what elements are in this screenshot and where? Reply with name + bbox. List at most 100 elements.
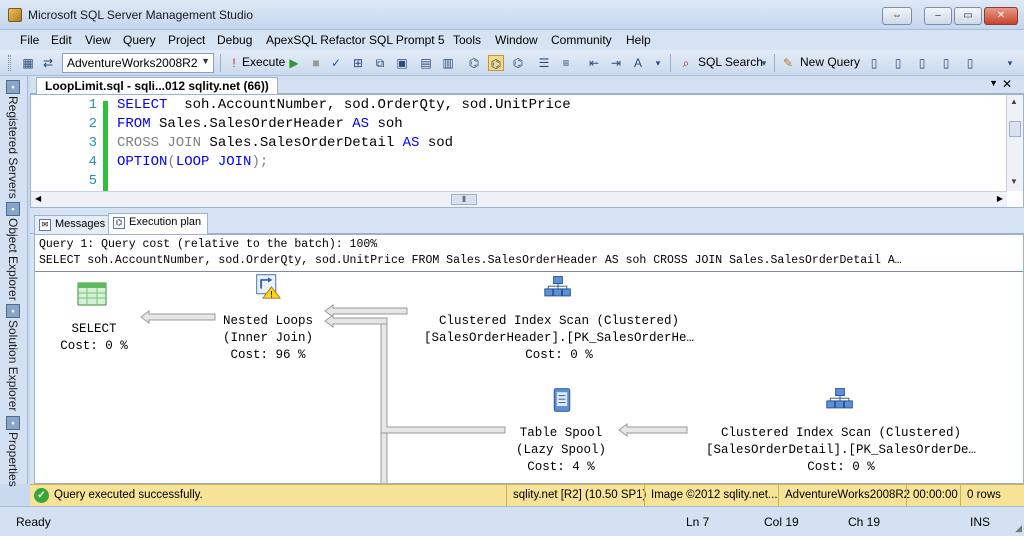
database-selector[interactable]: AdventureWorks2008R2 ▼ xyxy=(62,53,214,73)
chevron-down-icon[interactable]: ▼ xyxy=(989,78,998,88)
code-token: Sales.SalesOrderDetail xyxy=(201,135,403,151)
select-operator-icon[interactable] xyxy=(77,281,107,307)
new-file-icon[interactable]: ▯ xyxy=(866,55,882,71)
menu-apexsql-refactor[interactable]: ApexSQL Refactor xyxy=(266,33,366,47)
menu-community[interactable]: Community xyxy=(551,33,612,47)
clustered-index-scan-detail-icon[interactable] xyxy=(825,387,855,413)
toolbar-grip[interactable] xyxy=(8,55,11,71)
results-to-grid-icon[interactable]: ▥ xyxy=(440,55,456,71)
code-token: AS xyxy=(402,135,420,151)
new-query-icon[interactable]: ✎ xyxy=(780,55,796,71)
toolbar-overflow-icon[interactable]: ▾ xyxy=(1002,55,1018,71)
new-query-button[interactable]: New Query xyxy=(800,55,860,69)
sql-search-button[interactable]: SQL Search xyxy=(698,55,763,69)
scroll-up-icon[interactable]: ▲ xyxy=(1010,97,1018,106)
menu-sql-prompt[interactable]: SQL Prompt 5 xyxy=(369,33,445,47)
maximize-button[interactable]: ▭ xyxy=(954,7,982,25)
menu-help[interactable]: Help xyxy=(626,33,651,47)
xmla-query-icon[interactable]: ▯ xyxy=(938,55,954,71)
close-button[interactable]: ✕ xyxy=(984,7,1018,25)
execute-button[interactable]: Execute xyxy=(242,55,285,69)
status-image: Image ©2012 sqlity.net... xyxy=(644,485,778,506)
success-check-icon: ✓ xyxy=(34,488,49,503)
sql-editor-toolbar: ▦ ⇄ AdventureWorks2008R2 ▼ ! Execute ▶ ■… xyxy=(0,50,1024,76)
menu-project[interactable]: Project xyxy=(168,33,205,47)
solution-explorer-icon: ▪ xyxy=(6,304,20,318)
editor-horizontal-scrollbar[interactable]: ◀ ⦀ ▶ xyxy=(31,191,1007,207)
comment-lines-icon[interactable]: ☰ xyxy=(536,55,552,71)
client-stats-icon[interactable]: ⌬ xyxy=(510,55,526,71)
decrease-indent-icon[interactable]: ⇤ xyxy=(586,55,602,71)
cancel-query-icon[interactable]: ■ xyxy=(308,55,324,71)
code-line[interactable]: SELECT soh.AccountNumber, sod.OrderQty, … xyxy=(117,97,571,113)
include-plan-icon[interactable]: ⌬ xyxy=(466,55,482,71)
parse-checkmark-icon[interactable]: ✓ xyxy=(328,55,344,71)
object-explorer-icon[interactable]: ▦ xyxy=(20,55,36,71)
scroll-right-icon[interactable]: ▶ xyxy=(997,194,1003,203)
display-plan-icon[interactable]: ⊞ xyxy=(350,55,366,71)
actual-plan-toggle-icon[interactable]: ⌬ xyxy=(488,55,504,71)
ready-status: Ready xyxy=(16,515,51,529)
line-number: 4 xyxy=(88,154,97,170)
sql-editor[interactable]: 1 2 3 4 5 SELECT soh.AccountNumber, sod.… xyxy=(30,94,1024,208)
tab-messages[interactable]: ✉ Messages xyxy=(34,215,113,234)
close-icon[interactable]: ✕ xyxy=(1002,77,1012,91)
restore-icon[interactable]: ⇔ xyxy=(882,7,912,25)
properties-label: Properties xyxy=(6,432,20,487)
ci-scan-detail-node-cost: Cost: 0 % xyxy=(807,460,875,474)
toolbar-separator xyxy=(774,54,775,72)
table-spool-operator-icon[interactable] xyxy=(547,387,577,413)
change-connection-icon[interactable]: ⇄ xyxy=(40,55,56,71)
results-to-text-icon[interactable]: ▤ xyxy=(418,55,434,71)
results-tab-bar: ✉ Messages ⌬ Execution plan xyxy=(30,212,1024,234)
nested-loops-operator-icon[interactable]: ! xyxy=(253,273,283,299)
clustered-index-scan-header-icon[interactable] xyxy=(543,275,573,301)
arrow-ci-scan-to-nested-loops xyxy=(324,304,408,318)
menu-view[interactable]: View xyxy=(85,33,111,47)
menu-query[interactable]: Query xyxy=(123,33,156,47)
document-tab[interactable]: LoopLimit.sql - sqli...012 sqlity.net (6… xyxy=(36,77,278,94)
properties-tab[interactable]: ▪ Properties xyxy=(4,416,24,487)
query-designer-icon[interactable]: ⧉ xyxy=(372,55,388,71)
registered-servers-label: Registered Servers xyxy=(6,96,20,199)
scroll-thumb[interactable]: ⦀ xyxy=(451,194,477,205)
arrow-table-spool-to-nested-loops xyxy=(324,314,388,483)
open-file-icon[interactable]: ▯ xyxy=(962,55,978,71)
status-database: AdventureWorks2008R2 xyxy=(778,485,910,506)
execution-plan-pane[interactable]: Query 1: Query cost (relative to the bat… xyxy=(34,234,1024,484)
editor-vertical-scrollbar[interactable]: ▲ ▼ xyxy=(1006,95,1023,191)
object-explorer-tab[interactable]: ▪ Object Explorer xyxy=(4,202,24,301)
analysis-services-query-icon[interactable]: ▯ xyxy=(914,55,930,71)
menu-file[interactable]: File xyxy=(20,33,39,47)
binoculars-icon[interactable]: ⌕ xyxy=(678,55,694,71)
nested-loops-node-type: (Inner Join) xyxy=(222,331,313,345)
scroll-thumb[interactable] xyxy=(1009,121,1021,137)
menu-debug[interactable]: Debug xyxy=(217,33,252,47)
registered-servers-tab[interactable]: ▪ Registered Servers xyxy=(4,80,24,199)
menu-tools[interactable]: Tools xyxy=(453,33,481,47)
code-line[interactable]: CROSS JOIN Sales.SalesOrderDetail AS sod xyxy=(117,135,453,151)
save-icon[interactable]: ▣ xyxy=(394,55,410,71)
minimize-button[interactable]: ‒ xyxy=(924,7,952,25)
code-line[interactable]: FROM Sales.SalesOrderHeader AS soh xyxy=(117,116,403,132)
scroll-down-icon[interactable]: ▼ xyxy=(1010,177,1018,186)
code-line[interactable]: OPTION(LOOP JOIN); xyxy=(117,154,268,170)
database-engine-query-icon[interactable]: ▯ xyxy=(890,55,906,71)
resize-grip-icon[interactable]: ◢ xyxy=(1015,523,1022,534)
execute-icon[interactable]: ! xyxy=(226,55,242,71)
toolbar-overflow-icon[interactable]: ▾ xyxy=(650,55,666,71)
tab-execution-plan[interactable]: ⌬ Execution plan xyxy=(108,213,209,234)
select-node-cost: Cost: 0 % xyxy=(60,339,128,353)
side-panel-strip: ▪ Registered Servers ▪ Object Explorer ▪… xyxy=(0,76,28,487)
menu-edit[interactable]: Edit xyxy=(51,33,72,47)
solution-explorer-tab[interactable]: ▪ Solution Explorer xyxy=(4,304,24,412)
uncomment-lines-icon[interactable]: ≡ xyxy=(558,55,574,71)
scroll-left-icon[interactable]: ◀ xyxy=(35,194,41,203)
server-icon: ▪ xyxy=(6,80,20,94)
debug-play-icon[interactable]: ▶ xyxy=(286,55,302,71)
toolbar-overflow-icon[interactable]: ▾ xyxy=(756,55,772,71)
specify-template-icon[interactable]: A xyxy=(630,55,646,71)
menu-window[interactable]: Window xyxy=(495,33,538,47)
increase-indent-icon[interactable]: ⇥ xyxy=(608,55,624,71)
window-title: Microsoft SQL Server Management Studio xyxy=(28,8,253,22)
